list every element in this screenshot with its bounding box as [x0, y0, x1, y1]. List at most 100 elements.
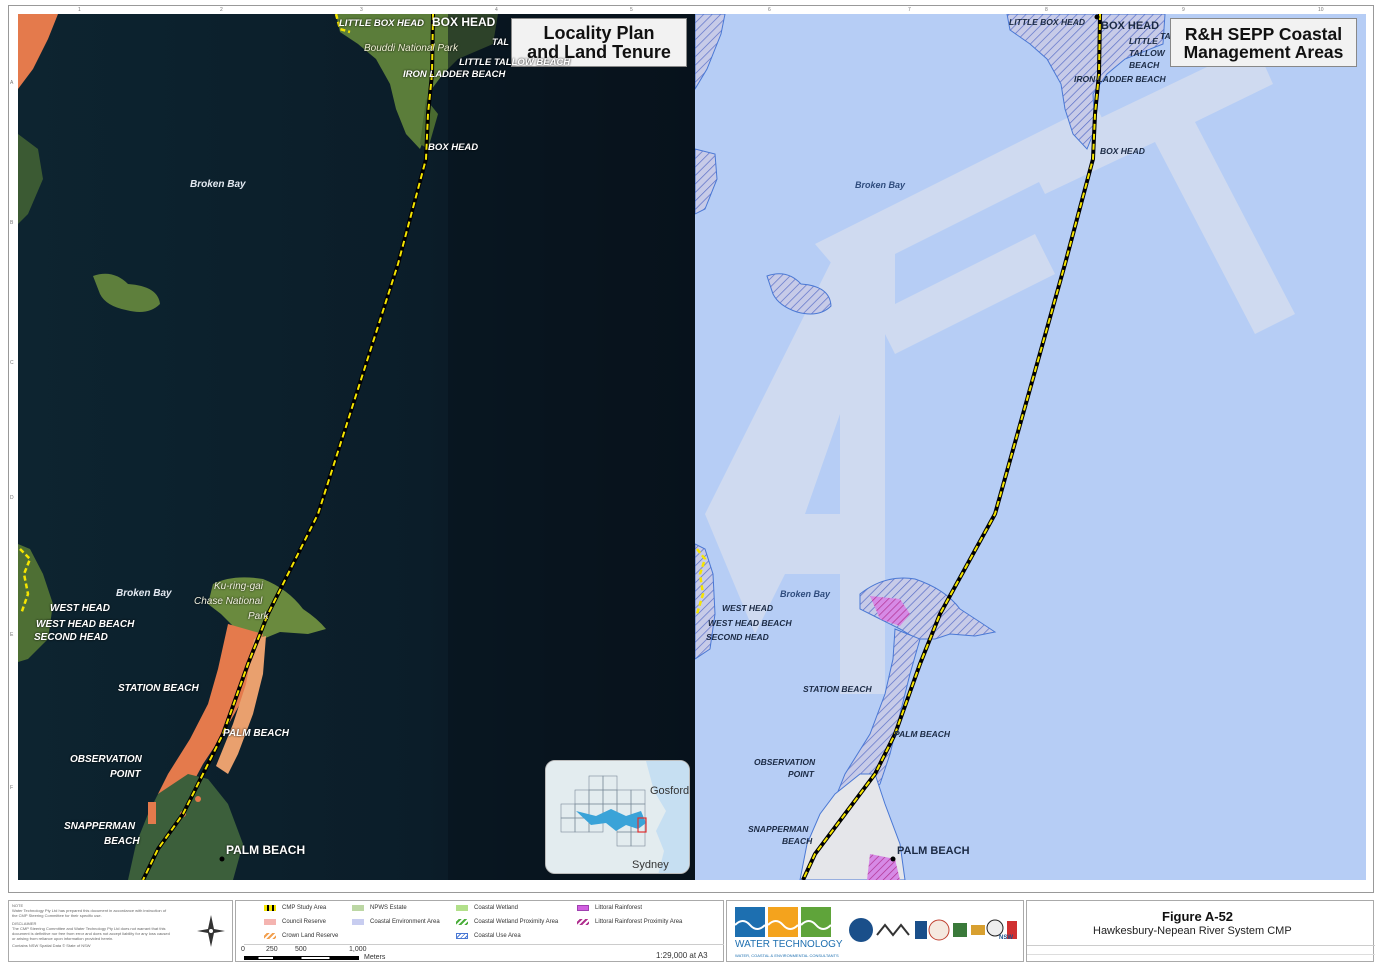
logos-box: WATER TECHNOLOGY WATER, COASTAL & ENVIRO… — [726, 900, 1024, 962]
legend-item: CMP Study Area — [264, 905, 326, 911]
grid-row-label: C — [10, 360, 14, 366]
grid-col-label: 9 — [1182, 7, 1185, 13]
coastal-management-map-panel[interactable]: R&H SEPP Coastal Management Areas LITTLE… — [695, 14, 1366, 880]
label-west-head: WEST HEAD — [722, 603, 773, 613]
label-broken-bay: Broken Bay — [116, 588, 172, 599]
label-iron-ladder-beach: IRON LADDER BEACH — [403, 69, 506, 80]
label-station-beach: STATION BEACH — [118, 683, 199, 694]
water-technology-wordmark: WATER TECHNOLOGY — [735, 939, 843, 950]
grid-col-label: 4 — [495, 7, 498, 13]
label-little-tallow-beach: LITTLE — [1129, 36, 1158, 46]
notes-text: NOTE Water Technology Pty Ltd has prepar… — [12, 903, 170, 949]
legend-item: Coastal Environment Area — [352, 919, 440, 925]
label-little-tallow-beach: LITTLE TALLOW BEACH — [459, 57, 571, 68]
inset-locator-map: Gosford Sydney — [545, 760, 690, 874]
label-little-box-head: LITTLE BOX HEAD — [339, 18, 424, 29]
label-observation-point: OBSERVATION — [70, 754, 142, 765]
label-broken-bay: Broken Bay — [190, 179, 246, 190]
label-palm-beach: PALM BEACH — [226, 843, 306, 857]
label-snapperman-beach: SNAPPERMAN — [64, 821, 136, 832]
label-station-beach: STATION BEACH — [803, 684, 872, 694]
coastal-map-title: R&H SEPP Coastal Management Areas — [1170, 18, 1357, 67]
legend-swatch — [577, 919, 589, 925]
legend-item: Littoral Rainforest — [577, 905, 642, 911]
grid-col-label: 2 — [220, 7, 223, 13]
scale-ratio: 1:29,000 at A3 — [656, 951, 708, 960]
legend-box: CMP Study Area Council Reserve Crown Lan… — [235, 900, 724, 962]
label-little-tallow-beach: BEACH — [1129, 60, 1160, 70]
label-broken-bay: Broken Bay — [855, 180, 906, 190]
grid-col-label: 6 — [768, 7, 771, 13]
inset-label-sydney: Sydney — [632, 859, 669, 871]
legend-item: Coastal Wetland — [456, 905, 518, 911]
figure-title-box: Figure A-52 Hawkesbury-Nepean River Syst… — [1026, 900, 1375, 962]
legend-swatch — [352, 905, 364, 911]
grid-col-label: 3 — [360, 7, 363, 13]
legend-swatch — [352, 919, 364, 925]
map-legend-bar: NOTE Water Technology Pty Ltd has prepar… — [8, 900, 1375, 962]
legend-item: NPWS Estate — [352, 905, 407, 911]
grid-row-label: B — [10, 220, 14, 226]
label-tal: TAL — [492, 37, 509, 47]
label-west-head: WEST HEAD — [50, 603, 110, 614]
legend-item: Council Reserve — [264, 919, 326, 925]
label-kuringgai: Park — [248, 611, 269, 622]
label-snapperman-beach: BEACH — [782, 836, 813, 846]
inset-map-graphics — [546, 761, 689, 873]
label-kuringgai: Chase National — [194, 596, 263, 607]
locality-map-graphics — [18, 14, 695, 880]
map-sheet: 1 2 3 4 5 6 7 8 9 10 A B C D E F Localit… — [0, 0, 1380, 966]
coastal-map-graphics — [695, 14, 1366, 880]
label-second-head: SECOND HEAD — [34, 632, 108, 643]
scale-unit: Meters — [364, 954, 386, 961]
scale-tick-label: 250 — [266, 946, 278, 953]
legend-item: Coastal Use Area — [456, 933, 521, 939]
label-box-head-top: BOX HEAD — [432, 15, 496, 29]
title-divider — [1027, 945, 1375, 946]
council-logos-icon — [849, 918, 1017, 942]
grid-col-label: 10 — [1318, 7, 1324, 13]
legend-swatch — [456, 933, 468, 939]
label-west-head-beach: WEST HEAD BEACH — [708, 618, 792, 628]
label-little-tallow-beach: TALLOW — [1129, 48, 1165, 58]
nsw-logo-text: NSW — [999, 935, 1013, 941]
legend-swatch — [456, 905, 468, 911]
label-iron-ladder-beach: IRON LADDER BEACH — [1074, 74, 1166, 84]
grid-row-label: D — [10, 495, 14, 501]
label-observation-point: OBSERVATION — [754, 757, 816, 767]
water-technology-logo-icon — [735, 907, 832, 937]
scale-bar — [244, 956, 359, 960]
label-palm-beach: PALM BEACH — [897, 845, 970, 857]
grid-col-label: 1 — [78, 7, 81, 13]
label-observation-point: POINT — [788, 769, 814, 779]
label-second-head: SECOND HEAD — [706, 632, 769, 642]
legend-swatch — [264, 905, 276, 911]
label-palm-beach-mid: PALM BEACH — [894, 729, 951, 739]
label-observation-point: POINT — [110, 769, 141, 780]
notes-box: NOTE Water Technology Pty Ltd has prepar… — [8, 900, 233, 962]
grid-col-label: 5 — [630, 7, 633, 13]
label-west-head-beach: WEST HEAD BEACH — [36, 619, 135, 630]
water-technology-tagline: WATER, COASTAL & ENVIRONMENTAL CONSULTAN… — [735, 953, 839, 958]
label-palm-beach-mid: PALM BEACH — [223, 728, 289, 739]
label-box-head: BOX HEAD — [1100, 146, 1145, 156]
label-snapperman-beach: BEACH — [104, 836, 140, 847]
label-snapperman-beach: SNAPPERMAN — [748, 824, 809, 834]
figure-number: Figure A-52 — [1162, 909, 1234, 924]
label-box-head-top: BOX HEAD — [1101, 20, 1160, 32]
legend-swatch — [264, 933, 276, 939]
legend-swatch — [577, 905, 589, 911]
label-box-head: BOX HEAD — [428, 142, 479, 153]
legend-swatch — [456, 919, 468, 925]
label-kuringgai: Ku-ring-gai — [214, 581, 263, 592]
label-little-box-head: LITTLE BOX HEAD — [1009, 17, 1086, 27]
scale-tick-label: 500 — [295, 946, 307, 953]
legend-divider — [244, 944, 724, 945]
legend-swatch — [264, 919, 276, 925]
label-bouddi-national-park: Bouddi National Park — [364, 43, 458, 54]
locality-map-panel[interactable]: Locality Plan and Land Tenure LITTLE BOX… — [18, 14, 695, 880]
legend-item: Littoral Rainforest Proximity Area — [577, 919, 682, 925]
scale-tick-label: 0 — [241, 946, 245, 953]
scale-tick-label: 1,000 — [349, 946, 367, 953]
title-divider — [1027, 954, 1375, 955]
